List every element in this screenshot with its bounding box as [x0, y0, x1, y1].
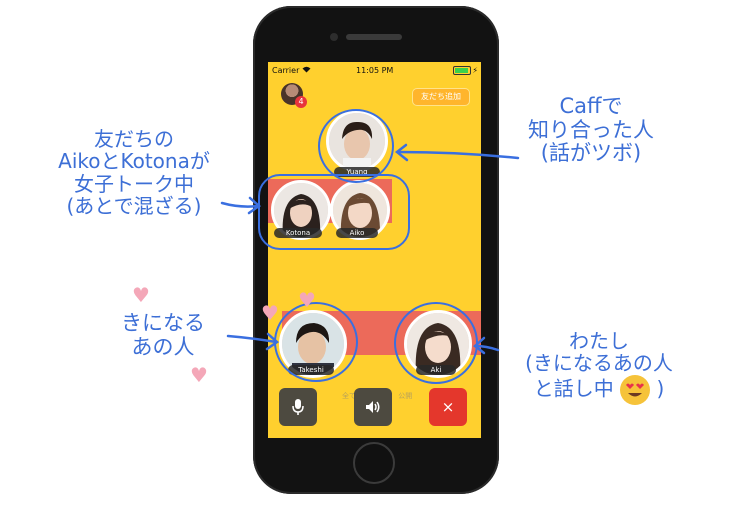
note-line: Caffで [559, 94, 623, 118]
arrow-yuang [396, 150, 520, 160]
note-aki: わたし (きになるあの人 と話し中 ) [494, 330, 704, 405]
note-line: 女子トーク中 [74, 171, 194, 196]
note-line: きになる [121, 311, 205, 335]
note-yuang: Caffで 知り合った人 (話がツボ) [516, 94, 666, 166]
note-group: 友だちの AikoとKotonaが 女子トーク中 (あとで混ざる) [34, 128, 234, 218]
heart-icon: ♥ [132, 283, 150, 307]
note-line: (あとで混ざる) [66, 194, 202, 219]
heart-eyes-emoji [620, 374, 651, 405]
note-line: わたし [569, 329, 629, 353]
note-line: 知り合った人 [528, 117, 654, 142]
note-text: と話し中 [533, 376, 614, 401]
note-text: ) [656, 376, 665, 401]
heart-icon: ♥ [190, 363, 208, 387]
note-line: AikoとKotonaが [58, 149, 210, 174]
note-takeshi: きになる あの人 [108, 311, 218, 359]
note-line: と話し中 ) [494, 374, 704, 405]
note-line: 友だちの [94, 127, 174, 151]
note-line: (話がツボ) [540, 141, 642, 166]
annotation-arrows [220, 143, 520, 355]
heart-icon: ♥ [261, 301, 279, 325]
heart-icon: ♥ [298, 288, 316, 312]
note-line: (きになるあの人 [525, 351, 673, 376]
note-line: あの人 [131, 334, 195, 359]
arrow-takeshi [226, 334, 278, 344]
